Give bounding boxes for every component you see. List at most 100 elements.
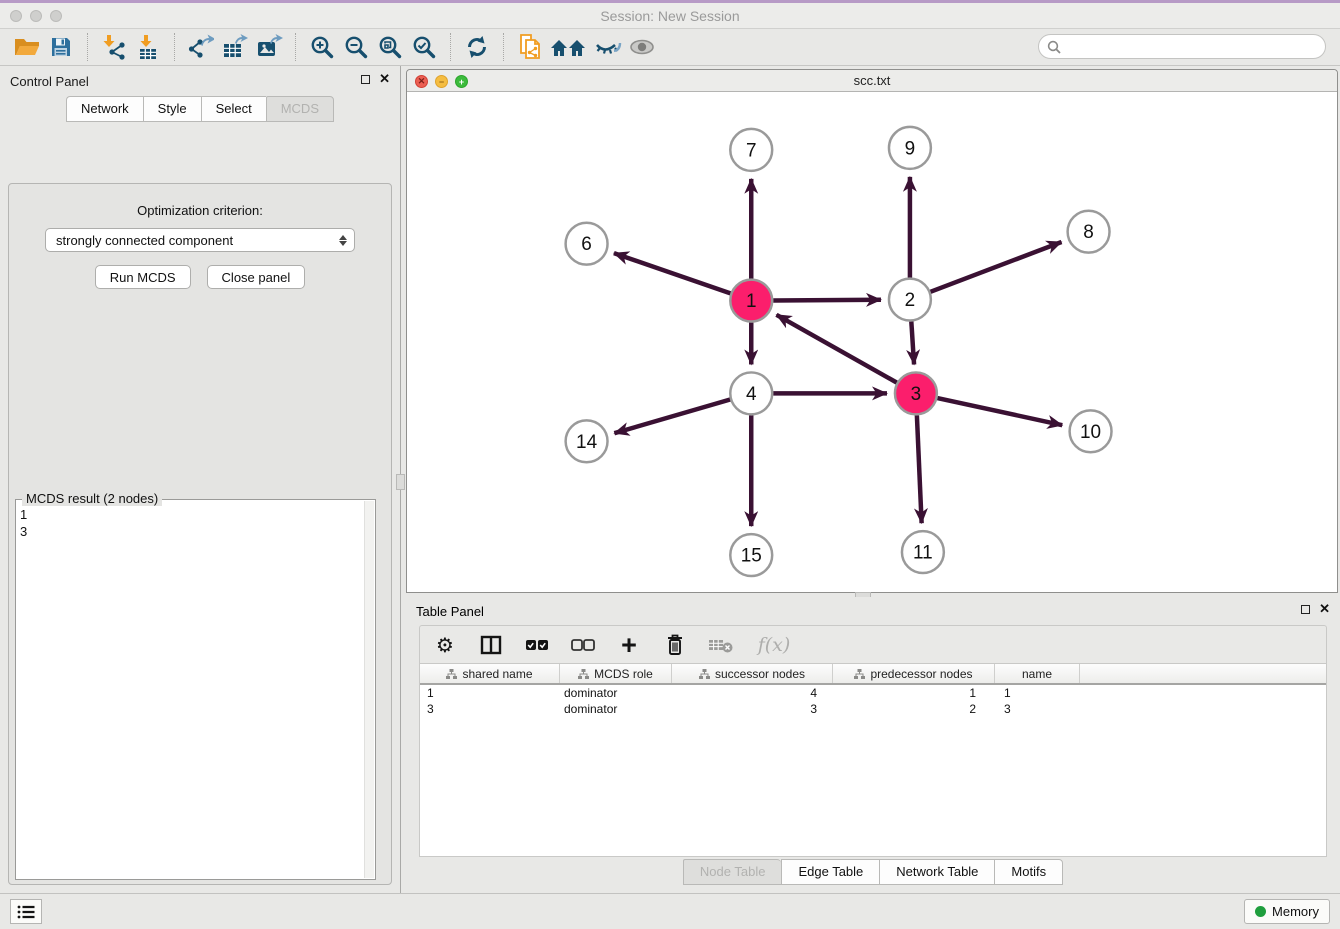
zoom-out-button[interactable]: [339, 32, 373, 62]
trash-icon: [664, 633, 686, 657]
delete-table-button[interactable]: [708, 632, 734, 658]
title-bar: Session: New Session: [0, 3, 1340, 29]
optimization-select[interactable]: strongly connected component: [45, 228, 355, 252]
application-window: Session: New Session: [0, 0, 1340, 926]
table-cell-empty: [1080, 685, 1326, 701]
show-hidden-button[interactable]: [625, 32, 659, 62]
unselect-all-columns-button[interactable]: [570, 632, 596, 658]
export-table-button[interactable]: [218, 32, 252, 62]
table-cell: dominator: [560, 701, 672, 717]
column-header-empty: [1080, 664, 1326, 683]
graph-edge-2-3[interactable]: [911, 321, 914, 364]
export-table-icon: [221, 34, 249, 60]
home-button[interactable]: [547, 32, 591, 62]
tab-motifs[interactable]: Motifs: [994, 859, 1063, 885]
graph-node-label-6: 6: [581, 234, 592, 255]
delete-column-button[interactable]: [662, 632, 688, 658]
open-session-button[interactable]: [10, 32, 44, 62]
table-panel-title: Table Panel: [416, 604, 484, 619]
show-columns-button[interactable]: [478, 632, 504, 658]
graph-edge-3-1[interactable]: [776, 315, 896, 383]
hide-selected-button[interactable]: [591, 32, 625, 62]
graph-edge-3-11[interactable]: [917, 415, 922, 523]
zoom-selected-button[interactable]: [407, 32, 441, 62]
task-history-button[interactable]: [10, 899, 42, 924]
network-window-title: scc.txt: [407, 73, 1337, 88]
memory-button[interactable]: Memory: [1244, 899, 1330, 924]
hide-eye-icon: [594, 35, 622, 59]
table-row[interactable]: 3dominator323: [420, 701, 1326, 717]
table-row[interactable]: 1dominator411: [420, 685, 1326, 701]
table-panel: Table Panel ✕ ⚙: [406, 597, 1340, 893]
close-panel-icon[interactable]: ✕: [379, 74, 390, 84]
column-header-predecessor-nodes[interactable]: predecessor nodes: [833, 664, 995, 683]
close-panel-button[interactable]: Close panel: [207, 265, 306, 289]
tab-network-table[interactable]: Network Table: [879, 859, 994, 885]
column-header-name[interactable]: name: [995, 664, 1080, 683]
zoom-fit-button[interactable]: [373, 32, 407, 62]
list-icon: [17, 905, 35, 919]
close-table-panel-icon[interactable]: ✕: [1319, 604, 1330, 614]
export-image-button[interactable]: [252, 32, 286, 62]
table-toolbar: ⚙ +: [419, 625, 1327, 663]
import-table-icon: [135, 34, 161, 60]
network-window-titlebar[interactable]: ✕ − + scc.txt: [407, 70, 1337, 92]
tab-style[interactable]: Style: [143, 96, 201, 122]
graph-edge-4-14[interactable]: [614, 400, 730, 434]
float-table-panel-icon[interactable]: [1301, 605, 1310, 614]
graph-node-label-1: 1: [746, 291, 757, 312]
refresh-button[interactable]: [460, 32, 494, 62]
table-cell-empty: [1080, 701, 1326, 717]
network-view-window: ✕ − + scc.txt 7968124314101511: [406, 69, 1338, 593]
column-header-shared-name[interactable]: shared name: [420, 664, 560, 683]
tab-node-table[interactable]: Node Table: [683, 859, 782, 885]
control-panel: Control Panel ✕ Network Style Select MCD…: [0, 66, 401, 893]
table-settings-button[interactable]: ⚙: [432, 632, 458, 658]
search-input[interactable]: [1067, 39, 1307, 54]
graph-edge-1-6[interactable]: [614, 253, 731, 293]
tab-edge-table[interactable]: Edge Table: [781, 859, 879, 885]
vertical-splitter[interactable]: [396, 474, 405, 490]
zoom-selected-icon: [411, 34, 437, 60]
column-header-mcds-role[interactable]: MCDS role: [560, 664, 672, 683]
run-mcds-button[interactable]: Run MCDS: [95, 265, 191, 289]
select-all-columns-button[interactable]: [524, 632, 550, 658]
export-network-button[interactable]: [184, 32, 218, 62]
zoom-in-button[interactable]: [305, 32, 339, 62]
toolbar-separator: [87, 33, 88, 61]
fx-icon: f(x): [758, 634, 791, 656]
table-header: shared name MCDS role successor nodes pr…: [420, 664, 1326, 685]
graph-node-label-10: 10: [1080, 422, 1101, 443]
optimization-criterion-label: Optimization criterion:: [9, 203, 391, 218]
table-cell: 3: [672, 701, 833, 717]
graph-edge-2-8[interactable]: [930, 242, 1061, 292]
import-network-button[interactable]: [97, 32, 131, 62]
graph-node-label-14: 14: [576, 432, 597, 453]
graph-node-label-7: 7: [746, 140, 757, 161]
table-body: 1dominator4113dominator323: [420, 685, 1326, 717]
function-builder-button[interactable]: f(x): [754, 632, 794, 658]
tab-network[interactable]: Network: [66, 96, 143, 122]
zoom-in-icon: [309, 34, 335, 60]
mcds-result-text[interactable]: 1 3: [20, 506, 361, 875]
create-column-button[interactable]: +: [616, 632, 642, 658]
table-cell: 3: [995, 701, 1080, 717]
graph-node-label-9: 9: [905, 138, 916, 159]
column-header-successor-nodes[interactable]: successor nodes: [672, 664, 833, 683]
float-panel-icon[interactable]: [361, 75, 370, 84]
zoom-fit-icon: [377, 34, 403, 60]
save-session-button[interactable]: [44, 32, 78, 62]
search-field[interactable]: [1038, 34, 1326, 59]
graph-edge-3-10[interactable]: [937, 398, 1062, 425]
eye-icon: [628, 36, 656, 58]
duplicate-network-button[interactable]: [513, 32, 547, 62]
tab-mcds[interactable]: MCDS: [266, 96, 334, 122]
graph-edge-1-2[interactable]: [773, 300, 881, 301]
export-image-icon: [255, 34, 283, 60]
graph-node-label-3: 3: [911, 384, 922, 405]
network-canvas[interactable]: 7968124314101511: [407, 92, 1337, 592]
result-scrollbar[interactable]: [364, 501, 374, 878]
import-table-button[interactable]: [131, 32, 165, 62]
tab-select[interactable]: Select: [201, 96, 266, 122]
table-cell: 4: [672, 685, 833, 701]
